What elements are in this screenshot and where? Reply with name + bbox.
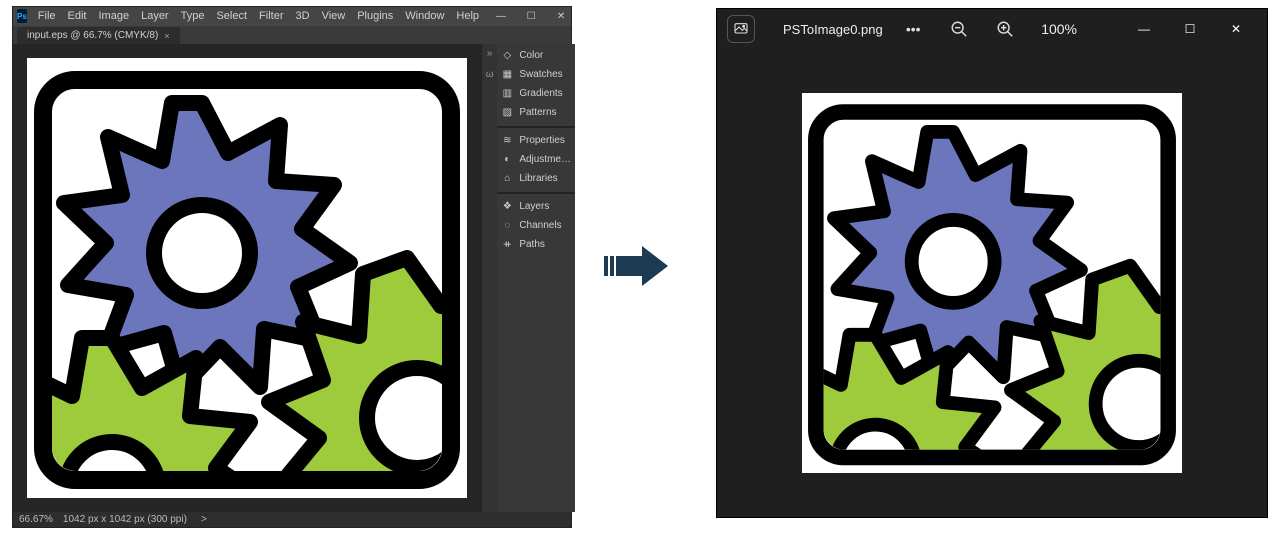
panel-paths[interactable]: ᚑ Paths: [497, 235, 575, 254]
panel-libraries[interactable]: ⌂ Libraries: [497, 169, 575, 188]
photoshop-body: » ω ◇ Color ▦ Swatches ▥ Gradients ▨ Pattern…: [13, 44, 571, 512]
menu-filter[interactable]: Filter: [254, 8, 288, 24]
photos-toolbar: ••• 100% — ☐ ✕: [903, 9, 1263, 49]
panel-swatches[interactable]: ▦ Swatches: [497, 65, 575, 84]
channels-icon: ◌: [501, 219, 513, 231]
comparison-stage: Ps File Edit Image Layer Type Select Fil…: [0, 0, 1280, 534]
minimize-button[interactable]: —: [1121, 9, 1167, 49]
panel-label: Properties: [519, 135, 565, 146]
zoom-percentage[interactable]: 100%: [1041, 21, 1077, 37]
photos-body[interactable]: [717, 49, 1267, 517]
panel-label: Channels: [519, 220, 561, 231]
canvas-area[interactable]: [13, 44, 481, 512]
patterns-icon: ▨: [501, 106, 513, 118]
gears-image: [27, 58, 467, 498]
expand-icon[interactable]: »: [487, 48, 493, 59]
menu-layer[interactable]: Layer: [136, 8, 174, 24]
menu-3d[interactable]: 3D: [291, 8, 315, 24]
panel-label: Swatches: [519, 69, 562, 80]
adjustments-icon: ◐: [501, 153, 513, 165]
photos-viewer-window: PSToImage0.png ••• 100% — ☐ ✕: [716, 8, 1268, 518]
paths-icon: ᚑ: [501, 238, 513, 250]
gears-image: [802, 93, 1182, 473]
panel-label: Gradients: [519, 88, 562, 99]
menu-plugins[interactable]: Plugins: [352, 8, 398, 24]
photoshop-window: Ps File Edit Image Layer Type Select Fil…: [12, 6, 572, 528]
status-zoom[interactable]: 66.67%: [19, 514, 53, 525]
close-button[interactable]: ✕: [1213, 9, 1259, 49]
photoshop-logo-icon: Ps: [17, 9, 27, 23]
panel-label: Adjustme…: [519, 154, 571, 165]
photoshop-window-controls: — ☐ ✕: [486, 8, 576, 24]
panel-iconbar: » ω: [482, 44, 497, 512]
panel-layers[interactable]: ❖ Layers: [497, 192, 575, 216]
tool-icon[interactable]: ω: [486, 69, 494, 80]
photoshop-menubar: Ps File Edit Image Layer Type Select Fil…: [13, 7, 571, 26]
menu-image[interactable]: Image: [94, 8, 135, 24]
color-icon: ◇: [501, 49, 513, 61]
tab-title: input.eps @ 66.7% (CMYK/8): [27, 30, 158, 41]
status-bar: 66.67% 1042 px x 1042 px (300 ppi) >: [13, 512, 571, 527]
panel-gradients[interactable]: ▥ Gradients: [497, 84, 575, 103]
menu-select[interactable]: Select: [211, 8, 252, 24]
arrow-icon: [604, 246, 668, 286]
panel-label: Layers: [519, 201, 549, 212]
panel-patterns[interactable]: ▨ Patterns: [497, 103, 575, 122]
panel-label: Libraries: [519, 173, 557, 184]
panel-label: Color: [519, 50, 543, 61]
gradients-icon: ▥: [501, 87, 513, 99]
properties-icon: ≋: [501, 134, 513, 146]
panel-channels[interactable]: ◌ Channels: [497, 216, 575, 235]
photos-titlebar: PSToImage0.png ••• 100% — ☐ ✕: [717, 9, 1267, 49]
zoom-out-button[interactable]: [949, 19, 969, 39]
menu-help[interactable]: Help: [451, 8, 484, 24]
document-canvas[interactable]: [27, 58, 467, 498]
photos-app-icon: [727, 15, 755, 43]
layers-icon: ❖: [501, 200, 513, 212]
tab-close-icon[interactable]: ×: [164, 31, 169, 41]
menu-view[interactable]: View: [317, 8, 351, 24]
menu-type[interactable]: Type: [176, 8, 210, 24]
panel-properties[interactable]: ≋ Properties: [497, 126, 575, 150]
panel-label: Paths: [519, 239, 545, 250]
photos-filename: PSToImage0.png: [783, 22, 883, 37]
panel-list: ◇ Color ▦ Swatches ▥ Gradients ▨ Patterns ≋ P…: [497, 44, 575, 512]
status-chevron-icon[interactable]: >: [197, 514, 211, 525]
photos-window-controls: — ☐ ✕: [1121, 9, 1259, 49]
document-tab-bar: input.eps @ 66.7% (CMYK/8) ×: [13, 26, 571, 45]
menu-window[interactable]: Window: [400, 8, 449, 24]
maximize-button[interactable]: ☐: [1167, 9, 1213, 49]
menu-edit[interactable]: Edit: [63, 8, 92, 24]
document-tab[interactable]: input.eps @ 66.7% (CMYK/8) ×: [17, 27, 180, 44]
zoom-in-button[interactable]: [995, 19, 1015, 39]
status-dimensions: 1042 px x 1042 px (300 ppi): [63, 514, 187, 525]
minimize-button[interactable]: —: [486, 8, 516, 24]
panel-color[interactable]: ◇ Color: [497, 46, 575, 65]
panel-label: Patterns: [519, 107, 556, 118]
panel-adjustments[interactable]: ◐ Adjustme…: [497, 150, 575, 169]
libraries-icon: ⌂: [501, 172, 513, 184]
menu-file[interactable]: File: [33, 8, 61, 24]
maximize-button[interactable]: ☐: [516, 8, 546, 24]
more-button[interactable]: •••: [903, 19, 923, 39]
swatches-icon: ▦: [501, 68, 513, 80]
displayed-image[interactable]: [802, 93, 1182, 473]
right-panel-column: » ω ◇ Color ▦ Swatches ▥ Gradients ▨ Pattern…: [481, 44, 575, 512]
close-button[interactable]: ✕: [546, 8, 576, 24]
